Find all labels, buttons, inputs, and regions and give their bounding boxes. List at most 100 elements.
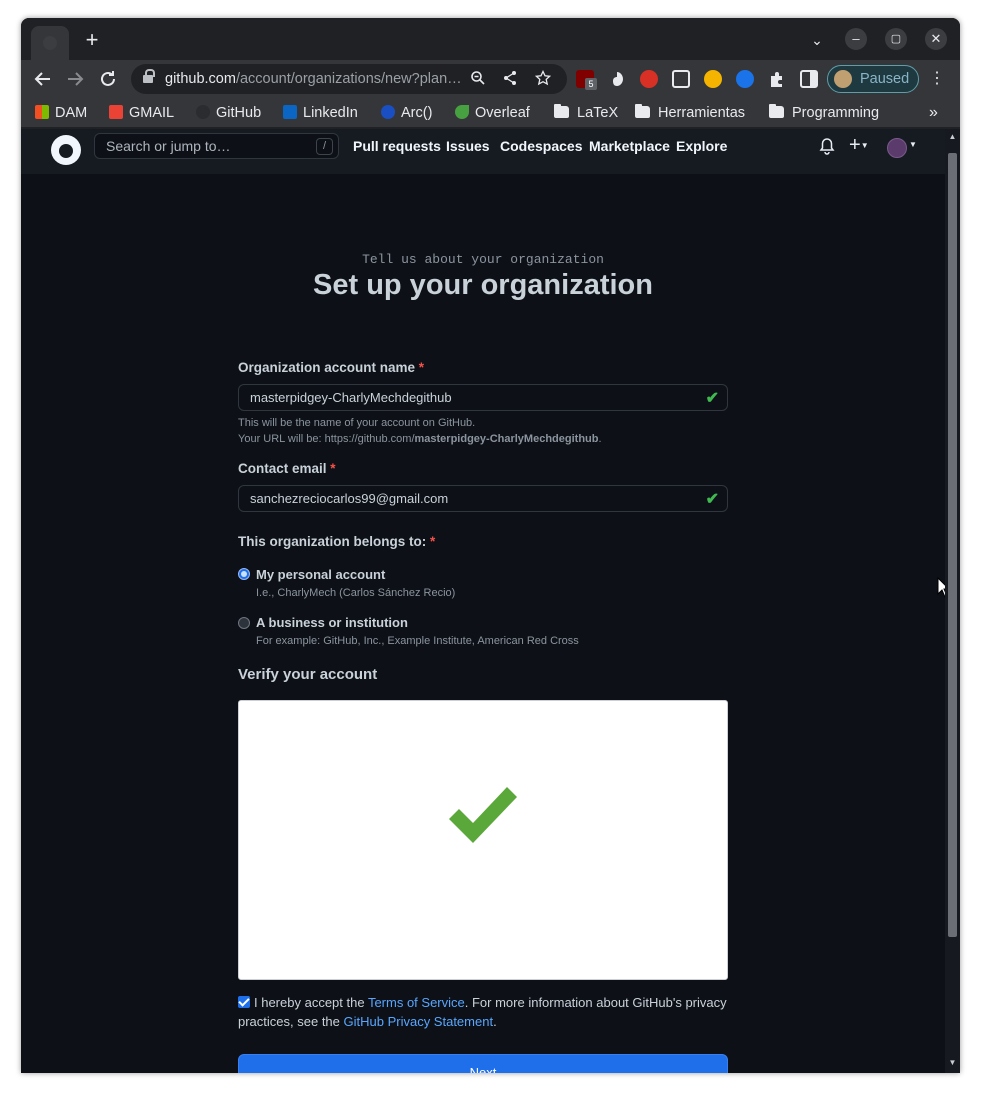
extensions-puzzle-icon[interactable] xyxy=(768,70,786,88)
github-bookmark-icon xyxy=(196,105,210,119)
search-input[interactable]: Search or jump to… / xyxy=(94,133,339,159)
browser-menu-kebab-icon[interactable]: ⋮ xyxy=(929,69,945,89)
arrow-right-icon xyxy=(68,72,84,86)
profile-avatar-icon xyxy=(834,70,852,88)
url-text: github.com/account/organizations/new?pla… xyxy=(165,71,462,87)
new-tab-button[interactable]: + xyxy=(81,29,103,52)
github-favicon-icon xyxy=(43,36,57,50)
bookmarks-overflow-button[interactable]: » xyxy=(929,103,938,123)
page-subtitle: Tell us about your organization xyxy=(362,252,604,267)
org-name-label: Organization account name * xyxy=(238,360,425,375)
bookmark-folder-latex[interactable]: LaTeX xyxy=(554,103,618,123)
zoom-icon[interactable] xyxy=(469,70,487,88)
minimize-button[interactable]: – xyxy=(845,28,867,50)
scrollbar-thumb[interactable] xyxy=(948,153,957,937)
org-url-preview: Your URL will be: https://github.com/mas… xyxy=(238,433,602,445)
browser-tab-github[interactable] xyxy=(31,26,69,60)
nav-issues[interactable]: Issues xyxy=(446,138,490,154)
address-bar[interactable]: github.com/account/organizations/new?pla… xyxy=(131,64,567,94)
arc-icon xyxy=(381,105,395,119)
lock-icon xyxy=(143,69,155,85)
reload-icon xyxy=(101,71,115,86)
org-name-field[interactable]: masterpidgey-CharlyMechdegithub ✔ xyxy=(238,384,728,411)
belongs-to-label: This organization belongs to: * xyxy=(238,534,436,549)
email-field[interactable]: sanchezreciocarlos99@gmail.com ✔ xyxy=(238,485,728,512)
bookmarks-bar: DAM GMAIL GitHub LinkedIn Arc() Overleaf… xyxy=(21,98,960,128)
business-institution-desc: For example: GitHub, Inc., Example Insti… xyxy=(256,635,579,647)
browser-toolbar: github.com/account/organizations/new?pla… xyxy=(21,60,960,98)
tab-strip: + ⌄ – ▢ ✕ xyxy=(21,18,960,60)
stop-hand-extension-icon[interactable] xyxy=(640,70,658,88)
bookmark-arc[interactable]: Arc() xyxy=(381,103,432,123)
bookmark-dam[interactable]: DAM xyxy=(35,103,87,123)
folder-icon xyxy=(554,104,569,118)
captcha-success-check-icon xyxy=(449,787,517,843)
notifications-bell-icon[interactable] xyxy=(819,137,835,159)
folder-icon xyxy=(769,104,784,118)
linkedin-icon xyxy=(283,105,297,119)
create-new-plus-button[interactable]: +▼ xyxy=(849,134,869,157)
color-extension-icon[interactable] xyxy=(704,70,722,88)
email-label: Contact email * xyxy=(238,461,336,476)
required-mark: * xyxy=(430,534,436,549)
share-icon[interactable] xyxy=(501,70,519,88)
page-title: Set up your organization xyxy=(313,269,653,301)
terms-checkbox[interactable] xyxy=(238,996,250,1008)
picture-in-picture-extension-icon[interactable] xyxy=(672,70,690,88)
bookmark-overleaf[interactable]: Overleaf xyxy=(455,103,530,123)
business-institution-label[interactable]: A business or institution xyxy=(256,615,408,630)
back-button[interactable] xyxy=(31,67,55,91)
bookmark-github[interactable]: GitHub xyxy=(196,103,261,123)
user-avatar[interactable] xyxy=(887,138,907,158)
org-name-help: This will be the name of your account on… xyxy=(238,417,476,429)
nav-pull-requests[interactable]: Pull requests xyxy=(353,138,441,154)
blue-extension-icon[interactable] xyxy=(736,70,754,88)
folder-icon xyxy=(635,104,650,118)
maximize-button[interactable]: ▢ xyxy=(885,28,907,50)
search-shortcut-key: / xyxy=(316,138,333,155)
terms-of-service-link[interactable]: Terms of Service xyxy=(368,995,465,1010)
mouse-cursor-icon xyxy=(937,577,945,598)
bookmark-folder-herramientas[interactable]: Herramientas xyxy=(635,103,745,123)
browser-window: + ⌄ – ▢ ✕ github.com/account/organizatio… xyxy=(21,18,960,1073)
nav-codespaces[interactable]: Codespaces xyxy=(500,138,582,154)
profile-paused-button[interactable]: Paused xyxy=(827,65,919,93)
required-mark: * xyxy=(330,461,336,476)
valid-check-icon: ✔ xyxy=(705,390,719,407)
valid-check-icon: ✔ xyxy=(705,491,719,508)
page-scrollbar[interactable]: ▲ ▼ xyxy=(945,129,960,1073)
github-header: Search or jump to… / Pull requests Issue… xyxy=(21,129,945,174)
bookmark-star-icon[interactable] xyxy=(534,69,552,88)
nav-marketplace[interactable]: Marketplace xyxy=(589,138,670,154)
microsoft-icon xyxy=(35,105,49,119)
close-window-button[interactable]: ✕ xyxy=(925,28,947,50)
terms-agreement: I hereby accept the Terms of Service. Fo… xyxy=(238,995,727,1029)
page-content: Search or jump to… / Pull requests Issue… xyxy=(21,129,945,1073)
gmail-icon xyxy=(109,105,123,119)
radio-business-institution[interactable] xyxy=(238,617,250,629)
overleaf-leaf-icon xyxy=(455,105,469,119)
bookmark-gmail[interactable]: GMAIL xyxy=(109,103,174,123)
tab-search-button[interactable]: ⌄ xyxy=(807,30,827,50)
forward-button[interactable] xyxy=(63,67,87,91)
side-panel-icon[interactable] xyxy=(800,70,818,88)
next-button[interactable]: Next xyxy=(238,1054,728,1073)
verify-account-heading: Verify your account xyxy=(238,666,378,683)
captcha-frame[interactable] xyxy=(238,700,728,980)
personal-account-desc: I.e., CharlyMech (Carlos Sánchez Recio) xyxy=(256,587,456,599)
personal-account-label[interactable]: My personal account xyxy=(256,567,385,582)
ublock-extension-icon[interactable]: 5 xyxy=(576,70,597,90)
arrow-left-icon xyxy=(34,72,50,86)
privacy-statement-link[interactable]: GitHub Privacy Statement xyxy=(344,1014,494,1029)
avatar-dropdown-caret-icon[interactable]: ▼ xyxy=(909,140,917,149)
reload-button[interactable] xyxy=(96,67,120,91)
scroll-up-arrow-icon[interactable]: ▲ xyxy=(948,133,957,141)
github-logo-icon[interactable] xyxy=(51,135,81,165)
scroll-down-arrow-icon[interactable]: ▼ xyxy=(948,1059,957,1067)
radio-personal-account[interactable] xyxy=(238,568,250,580)
gnome-extension-icon[interactable] xyxy=(608,70,626,88)
required-mark: * xyxy=(418,360,425,375)
nav-explore[interactable]: Explore xyxy=(676,138,727,154)
bookmark-linkedin[interactable]: LinkedIn xyxy=(283,103,358,123)
bookmark-folder-programming[interactable]: Programming xyxy=(769,103,879,123)
